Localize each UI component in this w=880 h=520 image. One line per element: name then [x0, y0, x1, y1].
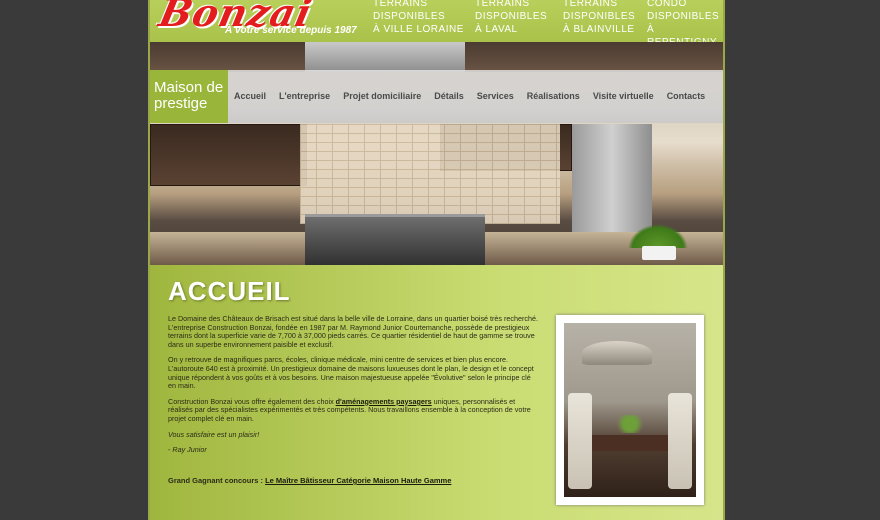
intro-text: Le Domaine des Châteaux de Brisach est s…	[168, 314, 538, 462]
chair	[568, 393, 592, 489]
nav-entreprise[interactable]: L'entreprise	[279, 91, 330, 101]
backsplash	[300, 124, 560, 224]
page-title: ACCUEIL	[168, 276, 291, 306]
promo-laval[interactable]: TERRAINS DISPONIBLES À LAVAL	[475, 0, 547, 36]
wall-cabinet	[150, 124, 307, 186]
promo-line: DISPONIBLES	[647, 11, 720, 22]
promo-ville-loraine[interactable]: TERRAINS DISPONIBLES À VILLE LORAINE	[373, 0, 464, 36]
promo-line: DISPONIBLES	[373, 11, 446, 22]
dining-room-photo	[556, 315, 704, 505]
quote: Vous satisfaire est un plaisir!	[168, 429, 260, 439]
promo-line: TERRAINS	[475, 0, 530, 9]
award-line: Grand Gagnant concours : Le Maître Bâtis…	[168, 476, 451, 485]
promo-line: À VILLE LORAINE	[373, 24, 464, 35]
hero-kitchen-image: Maison de prestige Accueil L'entreprise …	[150, 42, 723, 265]
page-container: Bonzai À votre service depuis 1987 TERRA…	[150, 0, 723, 520]
paragraph-1: Le Domaine des Châteaux de Brisach est s…	[168, 314, 538, 349]
paragraph-2: On y retrouve de magnifiques parcs, écol…	[168, 355, 534, 391]
header: Bonzai À votre service depuis 1987 TERRA…	[150, 0, 723, 48]
promo-line: À LAVAL	[475, 24, 518, 35]
award-link[interactable]: Le Maître Bâtisseur Catégorie Maison Hau…	[265, 476, 451, 485]
promo-line: DISPONIBLES	[475, 11, 548, 22]
promo-blainville[interactable]: TERRAINS DISPONIBLES À BLAINVILLE	[563, 0, 635, 36]
section-label: Maison de prestige	[150, 70, 228, 123]
main-content: ACCUEIL Le Domaine des Châteaux de Brisa…	[150, 265, 723, 520]
chair	[668, 393, 692, 489]
signature: - Ray Junior	[168, 445, 207, 455]
nav-projet-domiciliaire[interactable]: Projet domiciliaire	[343, 91, 421, 101]
nav-accueil[interactable]: Accueil	[234, 91, 266, 101]
promo-line: DISPONIBLES	[563, 11, 636, 22]
nav-realisations[interactable]: Réalisations	[527, 91, 580, 101]
promo-line: TERRAINS	[563, 0, 618, 9]
paragraph-3: Construction Bonzai vous offre également…	[168, 397, 538, 424]
award-prefix: Grand Gagnant concours :	[168, 476, 266, 485]
plant	[628, 224, 688, 248]
nav-services[interactable]: Services	[477, 91, 514, 101]
page-border-right	[723, 0, 725, 520]
promo-line: TERRAINS	[373, 0, 428, 9]
table-plant	[610, 415, 650, 433]
brand-tagline: À votre service depuis 1987	[225, 25, 357, 36]
plant-pot	[642, 246, 676, 260]
nav-visite-virtuelle[interactable]: Visite virtuelle	[593, 91, 654, 101]
range-hood	[305, 42, 465, 72]
dining-table	[586, 435, 678, 451]
nav-contacts[interactable]: Contacts	[667, 91, 706, 101]
main-nav: Accueil L'entreprise Projet domiciliaire…	[234, 91, 705, 101]
dining-room-image	[564, 323, 696, 497]
stove	[305, 214, 485, 265]
pendant-lamp	[582, 341, 652, 365]
promo-line: À BLAINVILLE	[563, 24, 635, 35]
promo-line: CONDO	[647, 0, 687, 9]
nav-details[interactable]: Détails	[434, 91, 464, 101]
